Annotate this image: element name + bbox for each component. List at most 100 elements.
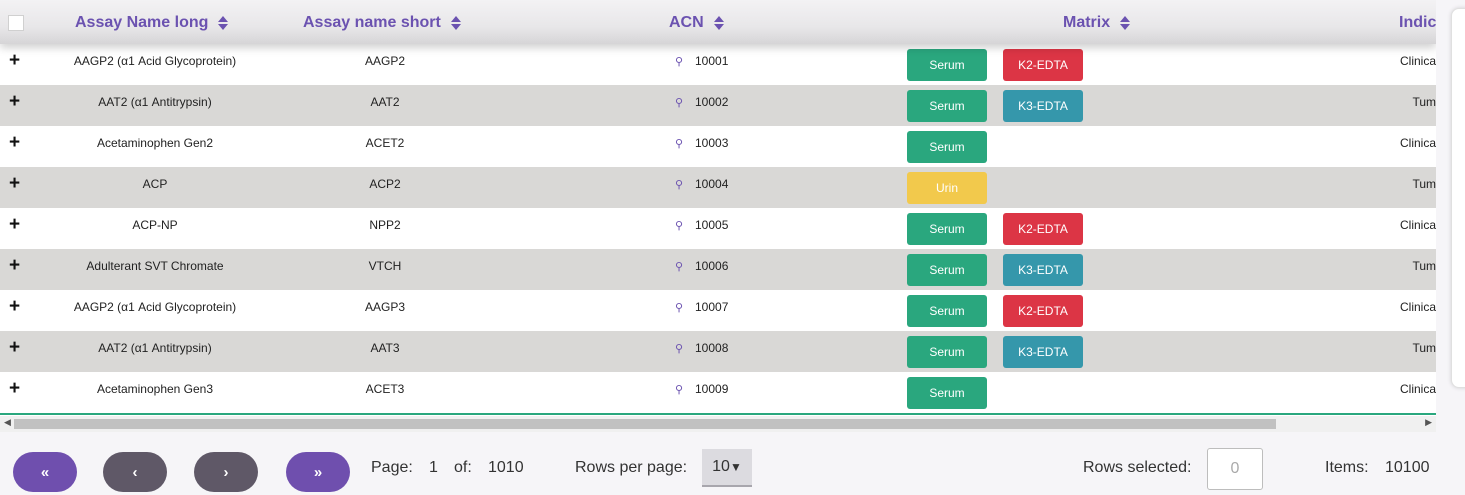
acn-link[interactable]: ⚲ 10003 (675, 136, 728, 150)
sort-icon[interactable] (713, 15, 724, 31)
next-page-button[interactable]: › (194, 452, 258, 492)
matrix-badge-k2-edta[interactable]: K2-EDTA (1003, 49, 1083, 81)
table-row[interactable]: + AAT2 (α1 Antitrypsin) AAT2 ⚲ 10002 Serum K3-… (0, 85, 1436, 126)
sort-icon[interactable] (1120, 15, 1131, 31)
matrix-badge-urin[interactable]: Urin (907, 172, 987, 204)
plus-icon[interactable]: + (9, 337, 20, 359)
acn-value[interactable]: 10002 (695, 95, 728, 109)
table-row[interactable]: + Adulterant SVT Chromate VTCH ⚲ 10006 Serum K… (0, 249, 1436, 290)
link-icon[interactable]: ⚲ (675, 178, 687, 191)
caret-down-icon: ▼ (729, 460, 742, 474)
link-icon[interactable]: ⚲ (675, 342, 687, 355)
column-header-label: ACN (669, 14, 704, 31)
table-row[interactable]: + AAT2 (α1 Antitrypsin) AAT3 ⚲ 10008 Serum K3-… (0, 331, 1436, 372)
table-row[interactable]: + Acetaminophen Gen2 ACET2 ⚲ 10003 Serum Clini… (0, 126, 1436, 167)
table-row[interactable]: + Acetaminophen Gen3 ACET3 ⚲ 10009 Serum Clini… (0, 372, 1436, 413)
assay-name-short: NPP2 (369, 218, 401, 232)
table-row[interactable]: + ACP ACP2 ⚲ 10004 Urin Tum (0, 167, 1436, 208)
scrollbar-thumb[interactable] (14, 419, 1276, 429)
assay-name-short: AAGP3 (364, 300, 406, 314)
horizontal-scrollbar[interactable]: ◀ ▶ (0, 416, 1436, 432)
assay-name-long: Acetaminophen Gen2 (96, 136, 214, 150)
acn-link[interactable]: ⚲ 10001 (675, 54, 728, 68)
rows-selected-field[interactable]: 0 (1207, 448, 1263, 490)
link-icon[interactable]: ⚲ (675, 301, 687, 314)
select-all-checkbox[interactable] (8, 15, 24, 31)
assay-name-short: ACP2 (369, 177, 401, 191)
link-icon[interactable]: ⚲ (675, 219, 687, 232)
matrix-badge-serum[interactable]: Serum (907, 377, 987, 409)
scroll-right-icon[interactable]: ▶ (1425, 417, 1432, 428)
acn-value[interactable]: 10001 (695, 54, 728, 68)
indication: Tum (1412, 95, 1436, 109)
matrix-badge-k3-edta[interactable]: K3-EDTA (1003, 90, 1083, 122)
assay-name-long: ACP-NP (132, 218, 178, 232)
matrix-badge-k3-edta[interactable]: K3-EDTA (1003, 336, 1083, 368)
acn-value[interactable]: 10004 (695, 177, 728, 191)
rows-selected-label: Rows selected: (1083, 459, 1192, 476)
sort-icon[interactable] (218, 15, 229, 31)
column-header-matrix[interactable]: Matrix (1063, 14, 1131, 32)
side-panel-edge[interactable] (1451, 8, 1465, 388)
acn-link[interactable]: ⚲ 10005 (675, 218, 728, 232)
plus-icon[interactable]: + (9, 50, 20, 72)
assay-name-long: AAT2 (α1 Antitrypsin) (98, 95, 212, 109)
column-header-assay-name-long[interactable]: Assay Name long (75, 14, 229, 32)
acn-value[interactable]: 10005 (695, 218, 728, 232)
matrix-badge-k2-edta[interactable]: K2-EDTA (1003, 213, 1083, 245)
sort-icon[interactable] (450, 15, 461, 31)
matrix-badge-k2-edta[interactable]: K2-EDTA (1003, 295, 1083, 327)
plus-icon[interactable]: + (9, 255, 20, 277)
acn-value[interactable]: 10009 (695, 382, 728, 396)
assay-name-long: Adulterant SVT Chromate (86, 259, 224, 273)
plus-icon[interactable]: + (9, 296, 20, 318)
plus-icon[interactable]: + (9, 132, 20, 154)
assay-name-short: ACET3 (365, 382, 405, 396)
acn-value[interactable]: 10006 (695, 259, 728, 273)
acn-link[interactable]: ⚲ 10004 (675, 177, 728, 191)
last-page-button[interactable]: » (286, 452, 350, 492)
indication: Clinica (1399, 136, 1436, 150)
first-page-button[interactable]: « (13, 452, 77, 492)
column-header-indication[interactable]: Indic (1399, 14, 1436, 32)
table-row[interactable]: + AAGP2 (α1 Acid Glycoprotein) AAGP2 ⚲ 10001… (0, 44, 1436, 85)
acn-value[interactable]: 10003 (695, 136, 728, 150)
link-icon[interactable]: ⚲ (675, 383, 687, 396)
matrix-badge-k3-edta[interactable]: K3-EDTA (1003, 254, 1083, 286)
assay-name-long: Acetaminophen Gen3 (96, 382, 214, 396)
plus-icon[interactable]: + (9, 173, 20, 195)
acn-value[interactable]: 10007 (695, 300, 728, 314)
link-icon[interactable]: ⚲ (675, 137, 687, 150)
matrix-badge-serum[interactable]: Serum (907, 49, 987, 81)
matrix-badge-serum[interactable]: Serum (907, 131, 987, 163)
assay-name-short: AAGP2 (364, 54, 406, 68)
matrix-badge-serum[interactable]: Serum (907, 336, 987, 368)
acn-link[interactable]: ⚲ 10007 (675, 300, 728, 314)
matrix-badge-serum[interactable]: Serum (907, 213, 987, 245)
acn-link[interactable]: ⚲ 10002 (675, 95, 728, 109)
link-icon[interactable]: ⚲ (675, 260, 687, 273)
plus-icon[interactable]: + (9, 91, 20, 113)
table-row[interactable]: + ACP-NP NPP2 ⚲ 10005 Serum K2-EDTA Clinica (0, 208, 1436, 249)
acn-link[interactable]: ⚲ 10009 (675, 382, 728, 396)
matrix-badge-serum[interactable]: Serum (907, 90, 987, 122)
matrix-badge-serum[interactable]: Serum (907, 254, 987, 286)
rows-per-page-label: Rows per page: (575, 459, 688, 476)
rows-per-page-select[interactable]: 10 ▼ (702, 449, 752, 487)
acn-value[interactable]: 10008 (695, 341, 728, 355)
scroll-left-icon[interactable]: ◀ (4, 417, 11, 428)
indication: Clinica (1399, 300, 1436, 314)
matrix-badge-serum[interactable]: Serum (907, 295, 987, 327)
link-icon[interactable]: ⚲ (675, 55, 687, 68)
plus-icon[interactable]: + (9, 378, 20, 400)
table-row[interactable]: + AAGP2 (α1 Acid Glycoprotein) AAGP3 ⚲ 10007… (0, 290, 1436, 331)
acn-link[interactable]: ⚲ 10008 (675, 341, 728, 355)
link-icon[interactable]: ⚲ (675, 96, 687, 109)
total-pages: 1010 (488, 459, 524, 476)
column-header-acn[interactable]: ACN (669, 14, 724, 32)
indication: Clinica (1399, 54, 1436, 68)
acn-link[interactable]: ⚲ 10006 (675, 259, 728, 273)
previous-page-button[interactable]: ‹ (103, 452, 167, 492)
plus-icon[interactable]: + (9, 214, 20, 236)
column-header-assay-name-short[interactable]: Assay name short (303, 14, 461, 32)
